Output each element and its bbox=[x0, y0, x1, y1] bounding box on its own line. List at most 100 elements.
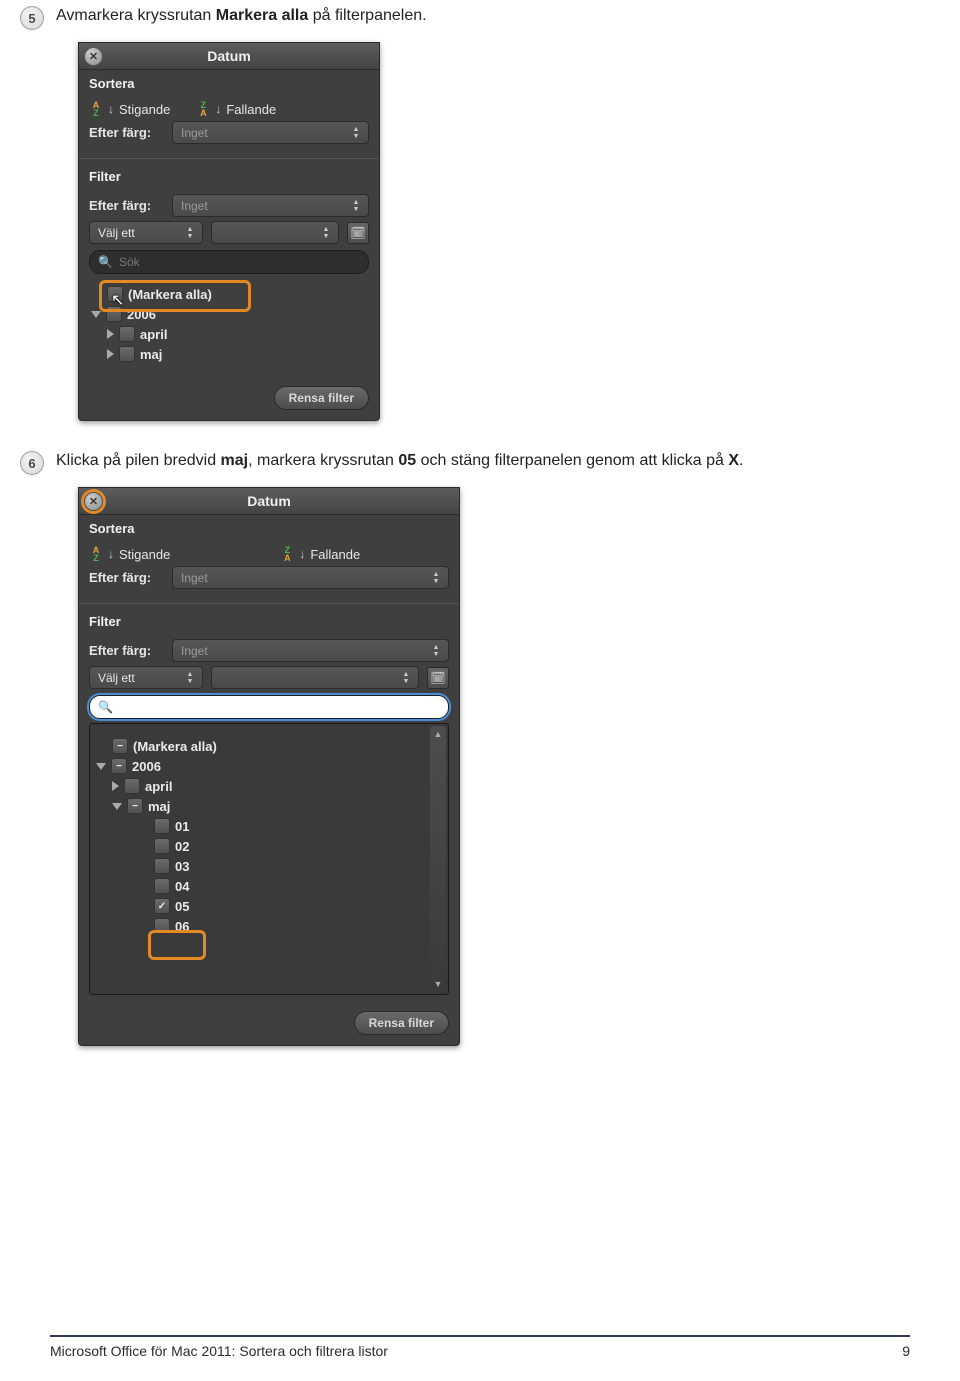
footer-rule bbox=[50, 1335, 910, 1337]
tree-row-maj[interactable]: maj bbox=[91, 344, 367, 364]
criteria-value-dropdown[interactable]: ▲▼ bbox=[211, 221, 339, 244]
panel-footer: Rensa filter bbox=[79, 378, 379, 420]
checkbox[interactable] bbox=[119, 326, 135, 342]
step-number-badge: 6 bbox=[20, 451, 44, 475]
chevron-updown-icon: ▲▼ bbox=[319, 222, 333, 243]
disclosure-down-icon[interactable] bbox=[91, 311, 101, 318]
page-number: 9 bbox=[902, 1343, 910, 1359]
filter-color-dropdown[interactable]: Inget ▲▼ bbox=[172, 194, 369, 217]
tree-row-04[interactable]: 04 bbox=[96, 876, 442, 896]
criteria-dropdown[interactable]: Välj ett ▲▼ bbox=[89, 666, 203, 689]
tree-label: 04 bbox=[175, 879, 189, 894]
search-input[interactable]: 🔍 Sök bbox=[89, 250, 369, 274]
tree-row-select-all[interactable]: (Markera alla) bbox=[91, 284, 367, 304]
step-6-text: Klicka på pilen bredvid maj, markera kry… bbox=[56, 449, 744, 473]
checkbox[interactable] bbox=[107, 286, 123, 302]
dropdown-value: Välj ett bbox=[98, 671, 135, 685]
sort-asc-button[interactable]: AZ ↓ Stigande bbox=[89, 101, 170, 117]
chevron-updown-icon: ▲▼ bbox=[349, 195, 363, 216]
tree-row-02[interactable]: 02 bbox=[96, 836, 442, 856]
text: , markera kryssrutan bbox=[248, 452, 398, 469]
tree-label: 02 bbox=[175, 839, 189, 854]
panel-footer: Rensa filter bbox=[79, 1003, 459, 1045]
checkbox[interactable] bbox=[154, 878, 170, 894]
checkbox-indeterminate[interactable] bbox=[112, 738, 128, 754]
checkbox-checked[interactable] bbox=[154, 898, 170, 914]
tree-label: (Markera alla) bbox=[133, 739, 217, 754]
filter-color-dropdown[interactable]: Inget ▲▼ bbox=[172, 639, 449, 662]
tree-row-05[interactable]: 05 bbox=[96, 896, 442, 916]
checkbox[interactable] bbox=[106, 306, 122, 322]
tree-row-april[interactable]: april bbox=[91, 324, 367, 344]
checkbox[interactable] bbox=[124, 778, 140, 794]
calendar-icon[interactable]: 🗓 bbox=[427, 667, 449, 689]
tree-row-06[interactable]: 06 bbox=[96, 916, 442, 936]
tree-row-2006[interactable]: 2006 bbox=[91, 304, 367, 324]
calendar-icon[interactable]: 🗓 bbox=[347, 222, 369, 244]
az-icon: AZ bbox=[89, 101, 103, 117]
search-icon: 🔍 bbox=[98, 700, 113, 714]
search-input[interactable]: 🔍 bbox=[89, 695, 449, 719]
clear-filter-button[interactable]: Rensa filter bbox=[274, 386, 369, 410]
sort-desc-button[interactable]: ZA ↓ Fallande bbox=[196, 101, 276, 117]
checkbox[interactable] bbox=[154, 918, 170, 934]
tree-label: 06 bbox=[175, 919, 189, 934]
tree-label: 2006 bbox=[127, 307, 156, 322]
disclosure-right-icon[interactable] bbox=[107, 349, 114, 359]
tree-label: 05 bbox=[175, 899, 189, 914]
checkbox-indeterminate[interactable] bbox=[127, 798, 143, 814]
close-icon[interactable]: ✕ bbox=[84, 492, 103, 511]
sort-by-color-row: Efter färg: Inget ▲▼ bbox=[89, 121, 369, 144]
sort-options-row: AZ ↓ Stigande ZA ↓ Fallande bbox=[89, 546, 449, 562]
tree-label: 01 bbox=[175, 819, 189, 834]
dropdown-value: Inget bbox=[181, 126, 208, 140]
tree-row-01[interactable]: 01 bbox=[96, 816, 442, 836]
sort-color-dropdown[interactable]: Inget ▲▼ bbox=[172, 121, 369, 144]
bold: X bbox=[728, 452, 739, 469]
tree-row-03[interactable]: 03 bbox=[96, 856, 442, 876]
scroll-down-icon[interactable]: ▼ bbox=[434, 979, 443, 989]
clear-filter-button[interactable]: Rensa filter bbox=[354, 1011, 449, 1035]
disclosure-right-icon[interactable] bbox=[107, 329, 114, 339]
checkbox[interactable] bbox=[154, 858, 170, 874]
filter-tree-scrollarea[interactable]: ▲ ▼ (Markera alla) 2006 bbox=[89, 723, 449, 995]
footer-text-row: Microsoft Office för Mac 2011: Sortera o… bbox=[50, 1343, 910, 1359]
chevron-updown-icon: ▲▼ bbox=[429, 567, 443, 588]
sortera-body: AZ ↓ Stigande ZA ↓ Fallande Efter färg: … bbox=[79, 538, 459, 601]
bold: maj bbox=[221, 452, 249, 469]
text: . bbox=[739, 452, 743, 469]
disclosure-right-icon[interactable] bbox=[112, 781, 119, 791]
dropdown-value: Välj ett bbox=[98, 226, 135, 240]
document-page: 5 Avmarkera kryssrutan Markera alla på f… bbox=[0, 4, 960, 1381]
sort-color-dropdown[interactable]: Inget ▲▼ bbox=[172, 566, 449, 589]
criteria-dropdown[interactable]: Välj ett ▲▼ bbox=[89, 221, 203, 244]
za-icon: ZA bbox=[280, 546, 294, 562]
bold: Markera alla bbox=[216, 7, 309, 24]
sort-desc-button[interactable]: ZA ↓ Fallande bbox=[280, 546, 360, 562]
panel-title: Datum bbox=[247, 493, 291, 509]
by-color-label: Efter färg: bbox=[89, 570, 164, 585]
tree-row-2006[interactable]: 2006 bbox=[96, 756, 442, 776]
tree-label: (Markera alla) bbox=[128, 287, 212, 302]
disclosure-down-icon[interactable] bbox=[96, 763, 106, 770]
close-icon[interactable]: ✕ bbox=[84, 47, 103, 66]
tree-label: maj bbox=[148, 799, 170, 814]
tree-label: 2006 bbox=[132, 759, 161, 774]
chevron-updown-icon: ▲▼ bbox=[429, 640, 443, 661]
criteria-value-dropdown[interactable]: ▲▼ bbox=[211, 666, 419, 689]
tree-row-select-all[interactable]: (Markera alla) bbox=[96, 736, 442, 756]
checkbox[interactable] bbox=[154, 818, 170, 834]
filter-body: Efter färg: Inget ▲▼ Välj ett ▲▼ ▲▼ 🗓 bbox=[79, 631, 459, 1003]
checkbox[interactable] bbox=[119, 346, 135, 362]
panel-titlebar: ✕ Datum bbox=[79, 43, 379, 70]
sort-asc-button[interactable]: AZ ↓ Stigande bbox=[89, 546, 170, 562]
panel-title: Datum bbox=[207, 48, 251, 64]
checkbox-indeterminate[interactable] bbox=[111, 758, 127, 774]
panel-b-wrap: ✕ Datum Sortera AZ ↓ Stigande ZA ↓ Falla… bbox=[78, 487, 920, 1046]
tree-row-april[interactable]: april bbox=[96, 776, 442, 796]
step-number-badge: 5 bbox=[20, 6, 44, 30]
tree-row-maj[interactable]: maj bbox=[96, 796, 442, 816]
text: på filterpanelen. bbox=[308, 7, 426, 24]
checkbox[interactable] bbox=[154, 838, 170, 854]
disclosure-down-icon[interactable] bbox=[112, 803, 122, 810]
